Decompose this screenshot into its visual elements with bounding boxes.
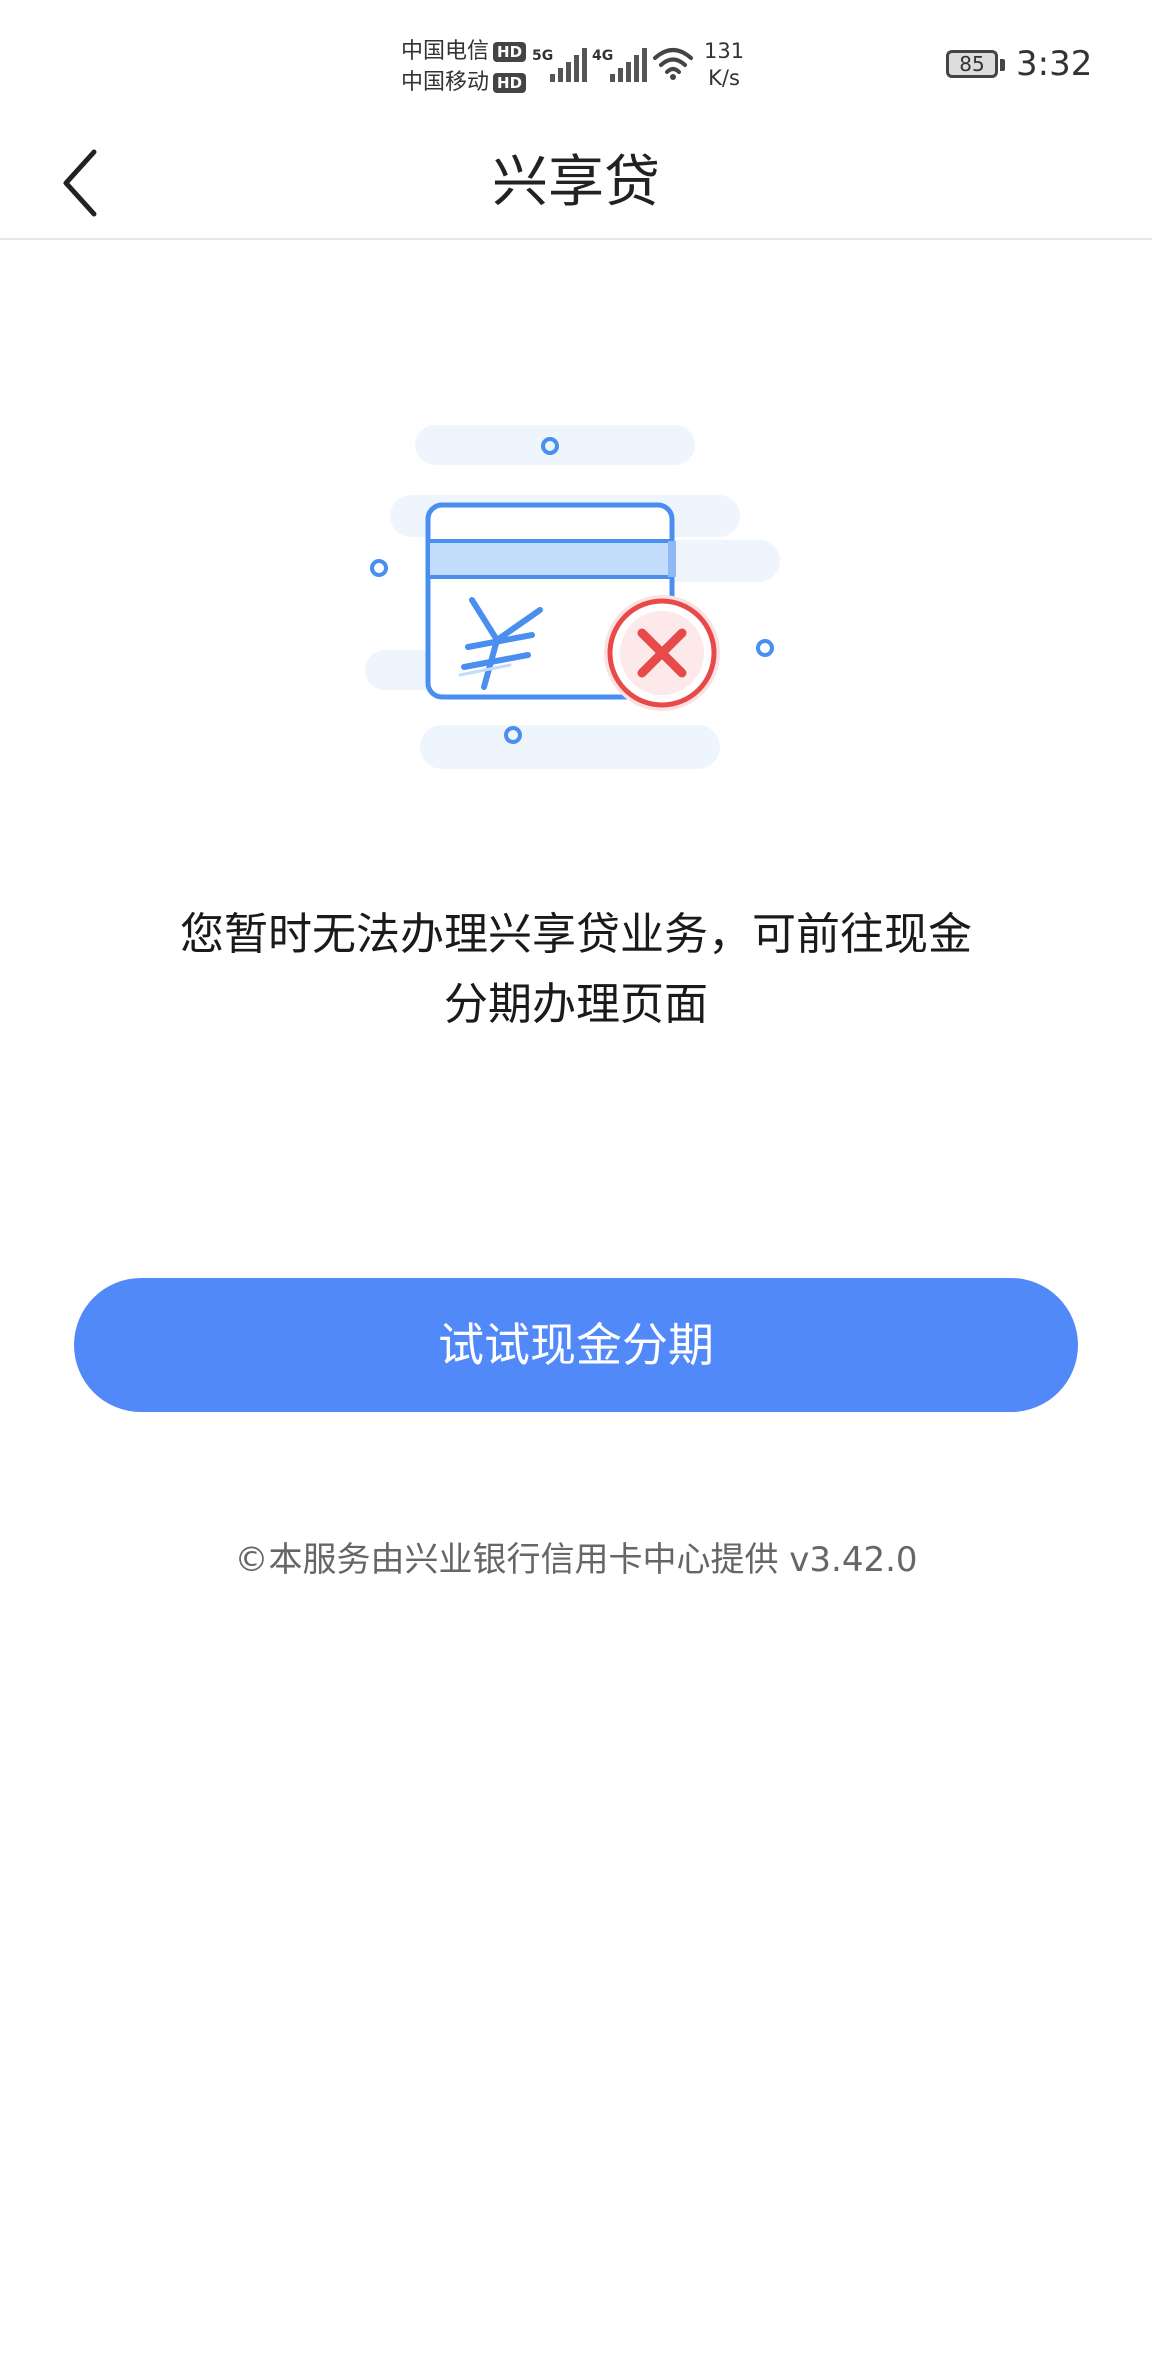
try-cash-installment-button[interactable]: 试试现金分期 [74,1278,1078,1412]
carrier-info: 中国电信 HD 中国移动 HD [401,36,527,98]
signal-strength-4g-icon: 4G [592,46,650,82]
battery-level: 85 [959,52,985,76]
hd-badge-2: HD [493,72,527,93]
credit-card-error-illustration [360,415,790,775]
carrier-row-2: 中国移动 HD [401,67,527,98]
credit-card-error-icon [365,425,780,769]
app-root: 中国电信 HD 中国移动 HD 5G 4G 131 K/s 85 3:32 兴享… [0,0,1152,2376]
hd-badge-1: HD [493,41,527,62]
status-bar: 中国电信 HD 中国移动 HD 5G 4G 131 K/s 85 3:32 [0,0,1152,128]
battery-tip [1000,59,1005,71]
wifi-icon [652,46,694,86]
network-speed-value: 131 [704,39,745,63]
carrier-row-1: 中国电信 HD [401,36,527,67]
navigation-bar: 兴享贷 [0,128,1152,240]
carrier-name-2: 中国移动 [401,70,490,95]
status-message: 您暂时无法办理兴享贷业务，可前往现金 分期办理页面 [120,900,1032,1040]
page-title: 兴享贷 [492,150,660,215]
carrier-name-1: 中国电信 [401,39,490,64]
network-speed: 131 K/s [704,38,744,92]
status-message-line-1: 您暂时无法办理兴享贷业务，可前往现金 [180,909,972,960]
network-type-2: 4G [592,48,614,64]
status-message-line-2: 分期办理页面 [444,979,708,1030]
copyright-footer: ©本服务由兴业银行信用卡中心提供 v3.42.0 [234,1540,918,1580]
status-clock: 3:32 [1016,44,1093,84]
network-type-1: 5G [532,48,554,64]
battery-icon: 85 [946,50,998,78]
network-speed-unit: K/s [708,66,740,90]
signal-strength-5g-icon: 5G [532,46,590,82]
